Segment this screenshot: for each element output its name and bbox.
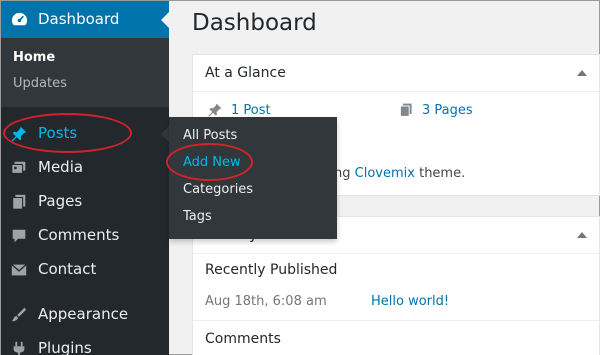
current-page-arrow bbox=[161, 12, 169, 28]
mail-icon bbox=[11, 264, 27, 276]
pin-icon bbox=[208, 103, 222, 117]
sidebar-item-label: Appearance bbox=[38, 305, 129, 323]
flyout-item-tags[interactable]: Tags bbox=[183, 209, 212, 224]
sidebar-item-label: Pages bbox=[38, 192, 83, 210]
flyout-item-add-new[interactable]: Add New bbox=[183, 155, 241, 170]
sidebar-item-label: Contact bbox=[38, 260, 97, 278]
page-title: Dashboard bbox=[192, 10, 317, 36]
comments-heading: Comments bbox=[205, 331, 281, 347]
dashboard-submenu: Home Updates bbox=[1, 38, 169, 107]
theme-info: ng Clovemix theme. bbox=[334, 166, 465, 181]
sidebar-item-label: Posts bbox=[38, 124, 78, 142]
widget-header[interactable]: At a Glance bbox=[193, 55, 599, 92]
collapse-toggle-icon[interactable] bbox=[577, 232, 587, 238]
submenu-home[interactable]: Home bbox=[13, 50, 55, 65]
divider bbox=[193, 320, 599, 321]
sidebar-item-posts[interactable]: Posts bbox=[1, 117, 169, 151]
media-icon bbox=[11, 161, 26, 174]
sidebar-item-appearance[interactable]: Appearance bbox=[1, 298, 169, 332]
posts-count-link[interactable]: 1 Post bbox=[231, 103, 271, 118]
sidebar-item-label: Plugins bbox=[38, 339, 92, 355]
sidebar-item-label: Comments bbox=[38, 226, 120, 244]
post-title-link[interactable]: Hello world! bbox=[371, 294, 449, 309]
flyout-pointer bbox=[161, 126, 169, 142]
sidebar-item-pages[interactable]: Pages bbox=[1, 185, 169, 219]
submenu-updates[interactable]: Updates bbox=[13, 76, 67, 91]
recently-published-heading: Recently Published bbox=[205, 262, 338, 278]
posts-flyout-menu: All Posts Add New Categories Tags bbox=[169, 117, 337, 239]
theme-link[interactable]: Clovemix bbox=[355, 166, 415, 181]
theme-suffix: theme. bbox=[419, 166, 466, 181]
sidebar-item-media[interactable]: Media bbox=[1, 151, 169, 185]
sidebar-item-label: Dashboard bbox=[38, 10, 120, 28]
pages-count-link[interactable]: 3 Pages bbox=[422, 103, 473, 118]
sidebar-item-label: Media bbox=[38, 158, 84, 176]
plug-icon bbox=[13, 341, 25, 355]
sidebar-item-dashboard[interactable]: Dashboard bbox=[1, 1, 169, 38]
sidebar-item-plugins[interactable]: Plugins bbox=[1, 332, 169, 355]
widget-title: At a Glance bbox=[205, 65, 286, 81]
sidebar-item-contact[interactable]: Contact bbox=[1, 253, 169, 287]
admin-sidebar: Dashboard Home Updates Posts Media Pages… bbox=[1, 1, 169, 355]
flyout-item-all-posts[interactable]: All Posts bbox=[183, 128, 237, 143]
post-date: Aug 18th, 6:08 am bbox=[205, 294, 327, 309]
comment-icon bbox=[12, 229, 26, 243]
pages-icon bbox=[399, 103, 412, 117]
collapse-toggle-icon[interactable] bbox=[577, 70, 587, 76]
pages-icon bbox=[12, 194, 26, 210]
dashboard-gauge-icon bbox=[11, 12, 28, 26]
sidebar-item-comments[interactable]: Comments bbox=[1, 219, 169, 253]
brush-icon bbox=[11, 307, 27, 322]
flyout-item-categories[interactable]: Categories bbox=[183, 182, 253, 197]
pin-icon bbox=[11, 126, 27, 142]
